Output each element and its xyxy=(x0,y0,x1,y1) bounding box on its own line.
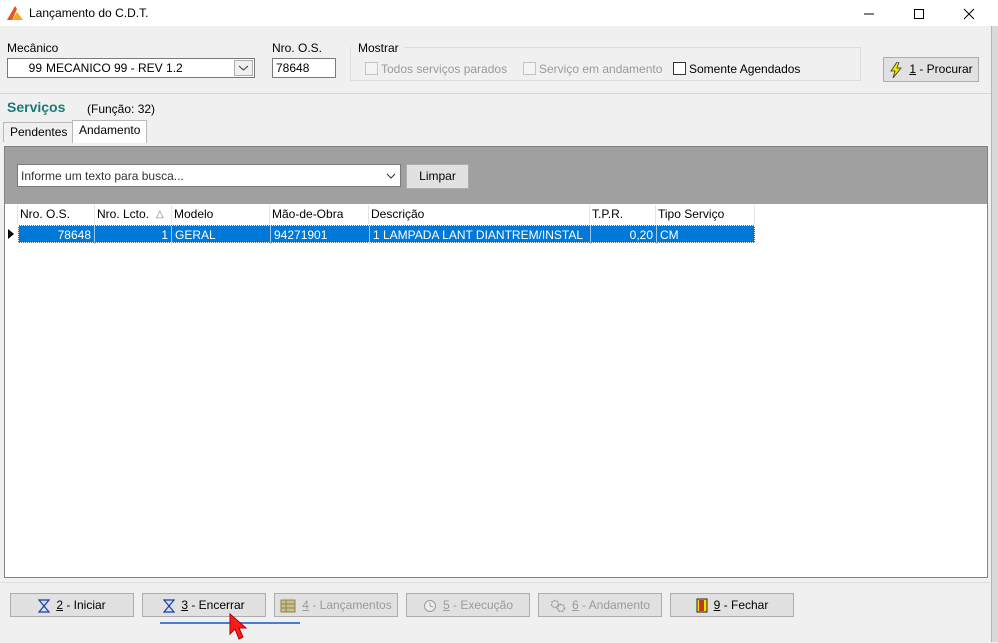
minimize-button[interactable] xyxy=(846,0,892,26)
header-indicator xyxy=(5,205,18,224)
lancamentos-label: - Lançamentos xyxy=(308,598,392,612)
separator xyxy=(0,93,991,94)
clock-icon xyxy=(423,599,436,612)
maximize-icon xyxy=(914,9,924,20)
close-icon xyxy=(963,8,975,20)
andamento-key: 6 xyxy=(571,598,579,612)
execucao-label: - Execução xyxy=(449,598,514,612)
os-label: Nro. O.S. xyxy=(272,41,323,55)
gears-icon xyxy=(550,599,566,613)
iniciar-label: - Iniciar xyxy=(63,598,106,612)
tab-andamento-label: Andamento xyxy=(79,123,141,137)
os-input-value: 78648 xyxy=(276,61,310,75)
section-title: Serviços xyxy=(7,99,66,115)
cell-modelo: GERAL xyxy=(172,226,271,244)
header-modelo[interactable]: Modelo xyxy=(172,205,270,224)
title-bar: Lançamento do C.D.T. xyxy=(0,0,998,26)
header-tpr[interactable]: T.P.R. xyxy=(590,205,656,224)
mecanico-label: Mecânico xyxy=(7,41,59,55)
header-nro-os[interactable]: Nro. O.S. xyxy=(18,205,95,224)
table-row[interactable]: 78648 1 GERAL 94271901 1 LAMPADA LANT DI… xyxy=(5,225,755,244)
label-em-andamento: Serviço em andamento xyxy=(539,62,663,76)
minimize-icon xyxy=(864,13,874,15)
table-header: Nro. O.S. Nro. Lcto. △ Modelo Mão-de-Obr… xyxy=(5,205,987,225)
maximize-button[interactable] xyxy=(896,0,942,26)
grid-icon xyxy=(280,599,296,613)
cell-mao-de-obra: 94271901 xyxy=(271,226,370,244)
cell-nro-os: 78648 xyxy=(19,226,95,244)
funcao-text: (Função: 32) xyxy=(87,102,156,116)
andamento-button[interactable]: 6 - Andamento xyxy=(538,593,662,617)
cell-nro-lcto: 1 xyxy=(95,226,172,244)
header-descricao[interactable]: Descrição xyxy=(369,205,590,224)
checkbox-em-andamento[interactable] xyxy=(523,62,536,75)
fechar-label: - Fechar xyxy=(720,598,769,612)
os-input[interactable]: 78648 xyxy=(272,58,336,78)
cell-descricao: 1 LAMPADA LANT DIANTREM/INSTAL xyxy=(370,226,591,244)
chevron-down-icon[interactable] xyxy=(384,169,398,183)
lightning-icon xyxy=(890,61,903,78)
label-somente-agendados: Somente Agendados xyxy=(689,62,801,76)
close-button[interactable] xyxy=(946,0,992,26)
search-combobox[interactable]: Informe um texto para busca... xyxy=(17,164,401,187)
andamento-label: - Andamento xyxy=(578,598,651,612)
row-pointer-icon xyxy=(8,229,14,239)
sort-ascending-icon: △ xyxy=(156,209,164,220)
procurar-key: 1 xyxy=(909,62,916,76)
mouse-cursor-icon xyxy=(229,612,248,640)
tab-pendentes-label: Pendentes xyxy=(10,125,68,139)
checkbox-somente-agendados[interactable] xyxy=(673,62,686,75)
limpar-button[interactable]: Limpar xyxy=(406,164,469,189)
iniciar-button[interactable]: 2 - Iniciar xyxy=(10,593,134,617)
window-title: Lançamento do C.D.T. xyxy=(29,6,149,20)
cell-tpr: 0,20 xyxy=(591,226,657,244)
app-logo-icon xyxy=(7,6,23,20)
mecanico-select[interactable]: 99 MECANICO 99 - REV 1.2 xyxy=(7,58,255,78)
execucao-button[interactable]: 5 - Execução xyxy=(406,593,530,617)
mecanico-dropdown-button[interactable] xyxy=(234,60,253,76)
label-todos-parados: Todos serviços parados xyxy=(381,62,508,76)
header-nro-lcto[interactable]: Nro. Lcto. △ xyxy=(95,205,172,224)
procurar-button[interactable]: 1 - Procurar xyxy=(883,57,979,82)
encerrar-key: 3 xyxy=(181,598,188,612)
door-icon xyxy=(696,598,708,613)
search-bar: Informe um texto para busca... Limpar xyxy=(5,147,987,204)
selected-row[interactable]: 78648 1 GERAL 94271901 1 LAMPADA LANT DI… xyxy=(18,225,755,244)
header-mao-de-obra[interactable]: Mão-de-Obra xyxy=(270,205,369,224)
cell-tipo-servico: CM xyxy=(660,228,679,242)
procurar-label: - Procurar xyxy=(916,62,973,76)
header-tipo-servico[interactable]: Tipo Serviço xyxy=(656,205,755,224)
header-nro-lcto-label: Nro. Lcto. xyxy=(97,207,150,221)
mecanico-name: MECANICO 99 - REV 1.2 xyxy=(46,61,183,75)
groupbox-top-border xyxy=(404,47,861,48)
tab-pendentes[interactable]: Pendentes xyxy=(3,122,75,142)
execucao-key: 5 xyxy=(442,598,450,612)
tab-andamento[interactable]: Andamento xyxy=(72,120,148,143)
hourglass-icon xyxy=(163,599,176,613)
window-edge xyxy=(991,26,998,642)
mecanico-code: 99 xyxy=(28,61,42,75)
lancamentos-key: 4 xyxy=(302,598,309,612)
encerrar-label: - Encerrar xyxy=(188,598,245,612)
checkbox-todos-parados[interactable] xyxy=(365,62,378,75)
search-placeholder: Informe um texto para busca... xyxy=(21,169,184,183)
hourglass-icon xyxy=(38,599,51,613)
chevron-down-icon xyxy=(238,65,249,71)
iniciar-key: 2 xyxy=(56,598,63,612)
fechar-button[interactable]: 9 - Fechar xyxy=(670,593,794,617)
limpar-label: Limpar xyxy=(419,169,456,183)
lancamentos-button[interactable]: 4 - Lançamentos xyxy=(274,593,398,617)
